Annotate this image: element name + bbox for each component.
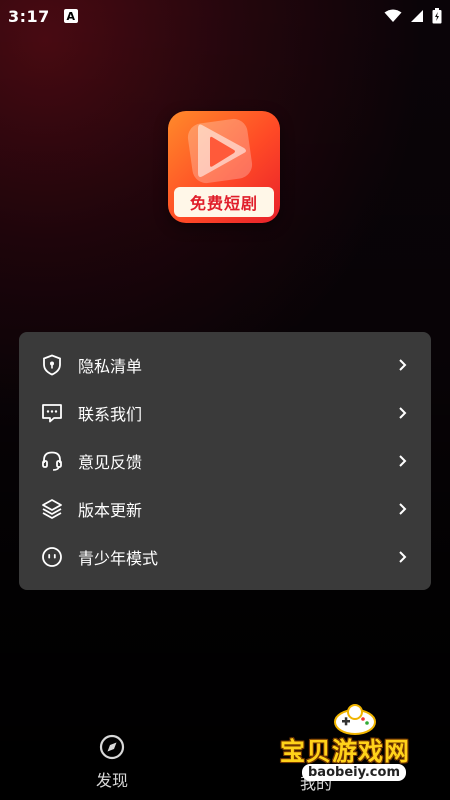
headset-icon (40, 449, 64, 473)
settings-menu-card: 隐私清单 联系我们 意见反馈 版本更新 青少年模式 (19, 332, 431, 590)
logo-banner: 免费短剧 (174, 187, 274, 217)
play-icon (187, 118, 253, 184)
chevron-right-icon (399, 551, 407, 563)
chevron-right-icon (399, 455, 407, 467)
battery-icon (432, 8, 442, 24)
signal-icon (411, 10, 423, 22)
wifi-icon (384, 9, 402, 22)
status-bar: 3:17 A (0, 0, 450, 32)
chevron-right-icon (399, 503, 407, 515)
status-icons (384, 8, 442, 24)
menu-item-label: 联系我们 (78, 405, 143, 424)
watermark: 宝贝游戏网 baobeiy.com (272, 700, 450, 800)
watermark-url: baobeiy.com (302, 764, 406, 781)
tab-discover[interactable]: 发现 (88, 733, 136, 795)
notification-a-icon: A (63, 9, 78, 23)
menu-item-feedback[interactable]: 意见反馈 (19, 437, 431, 485)
chevron-right-icon (399, 407, 407, 419)
chat-bubble-icon (40, 401, 64, 425)
face-icon (40, 545, 64, 569)
watermark-title: 宝贝游戏网 (280, 737, 411, 766)
menu-item-version-update[interactable]: 版本更新 (19, 485, 431, 533)
menu-item-teen-mode[interactable]: 青少年模式 (19, 533, 431, 581)
layers-icon (40, 497, 64, 521)
shield-lock-icon (40, 353, 64, 377)
menu-item-label: 版本更新 (78, 501, 143, 520)
app-logo: 免费短剧 (168, 111, 280, 223)
compass-icon (99, 734, 125, 760)
menu-item-privacy-list[interactable]: 隐私清单 (19, 341, 431, 389)
status-time: 3:17 (8, 6, 50, 26)
menu-item-label: 青少年模式 (78, 549, 159, 568)
chevron-right-icon (399, 359, 407, 371)
menu-item-contact-us[interactable]: 联系我们 (19, 389, 431, 437)
gamepad-icon (334, 704, 376, 735)
tab-discover-label: 发现 (95, 771, 128, 790)
menu-item-label: 隐私清单 (78, 357, 143, 376)
menu-item-label: 意见反馈 (78, 453, 143, 472)
